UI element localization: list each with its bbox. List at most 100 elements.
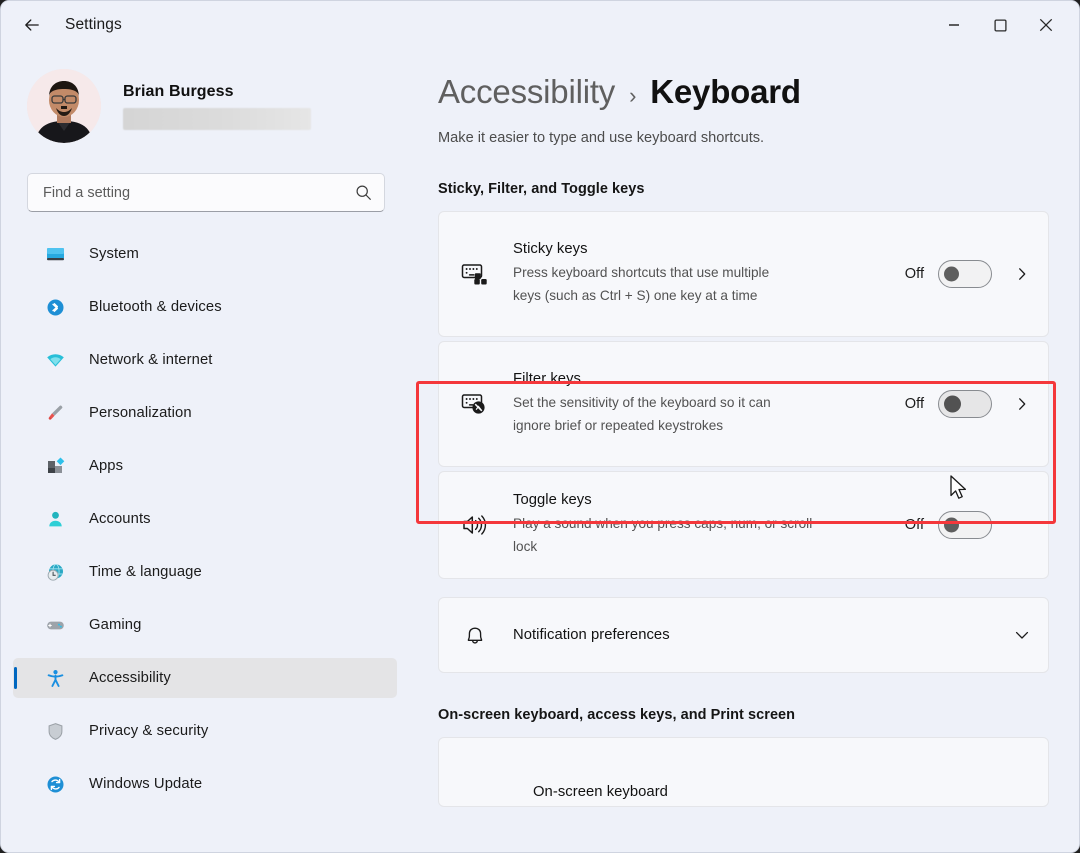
profile-text: Brian Burgess [123,83,411,130]
card-controls: Off [905,511,1030,539]
card-filter-keys[interactable]: Filter keys Set the sensitivity of the k… [438,341,1049,467]
sidebar-item-windows-update[interactable]: Windows Update [13,764,397,804]
close-icon [1039,18,1053,32]
card-title: On-screen keyboard [533,784,668,800]
chevron-right-icon: › [629,83,637,108]
sidebar-item-system[interactable]: System [13,234,397,274]
card-title: Toggle keys [513,492,592,509]
card-description: Play a sound when you press caps, num, o… [513,516,813,554]
breadcrumb: Accessibility › Keyboard [438,73,1049,111]
accessibility-person-icon [45,668,65,688]
sidebar-item-privacy-security[interactable]: Privacy & security [13,711,397,751]
section-heading-onscreen-keyboard: On-screen keyboard, access keys, and Pri… [438,707,796,723]
toggle-knob [944,395,961,413]
sidebar-item-accounts[interactable]: Accounts [13,499,397,539]
monitor-icon [45,244,65,264]
card-controls: Off [905,260,1030,288]
sidebar-item-label: Apps [89,458,124,474]
breadcrumb-parent[interactable]: Accessibility [438,73,615,111]
sidebar-item-gaming[interactable]: Gaming [13,605,397,645]
chevron-right-icon[interactable] [1014,396,1030,412]
search-icon [356,185,371,200]
title-bar: Settings [1,1,1079,49]
toggle-state-label: Off [904,266,924,282]
card-text: Sticky keys Press keyboard shortcuts tha… [513,227,905,320]
update-refresh-icon [45,774,65,794]
settings-window: Settings Brian Burgess Find a setting Sy… [0,0,1080,853]
filter-keys-toggle[interactable] [938,390,992,418]
card-notification-preferences[interactable]: Notification preferences [438,597,1049,673]
search-input[interactable] [43,184,355,201]
sidebar-item-label: System [89,246,139,262]
card-description: Press keyboard shortcuts that use multip… [513,265,770,303]
card-title: Notification preferences [513,627,670,643]
chevron-right-icon[interactable] [1014,266,1030,282]
sidebar-item-time-language[interactable]: Time & language [13,552,397,592]
back-button[interactable] [15,8,49,42]
card-on-screen-keyboard[interactable]: On-screen keyboard [438,737,1049,807]
shield-icon [45,721,65,741]
sidebar-item-label: Bluetooth & devices [89,299,222,315]
app-title: Settings [65,16,122,33]
maximize-icon [993,18,1007,32]
main-content: Accessibility › Keyboard Make it easier … [411,49,1079,852]
card-text: Toggle keys Play a sound when you press … [513,478,905,571]
sidebar-item-apps[interactable]: Apps [13,446,397,486]
section-heading-sticky-filter-toggle: Sticky, Filter, and Toggle keys [438,181,645,197]
sidebar-nav: System Bluetooth & devices Network & int… [1,234,411,804]
toggle-state-label: Off [904,396,924,412]
sidebar-item-network-internet[interactable]: Network & internet [13,340,397,380]
card-description: Set the sensitivity of the keyboard so i… [513,395,771,433]
sidebar: Brian Burgess System [1,49,411,852]
filter-keys-keyboard-icon [459,388,491,420]
card-toggle-keys[interactable]: Toggle keys Play a sound when you press … [438,471,1049,579]
speaker-sound-icon [459,509,491,541]
sidebar-item-personalization[interactable]: Personalization [13,393,397,433]
sticky-keys-toggle[interactable] [938,260,992,288]
sidebar-item-label: Personalization [89,405,192,421]
avatar [27,69,101,143]
minimize-icon [949,24,959,26]
toggle-knob [944,266,959,282]
toggle-keys-toggle[interactable] [938,511,992,539]
profile-name: Brian Burgess [123,82,234,100]
card-title: Sticky keys [513,241,588,258]
page-subtitle: Make it easier to type and use keyboard … [438,130,765,146]
toggle-knob [944,517,959,533]
sidebar-item-label: Privacy & security [89,723,209,739]
sidebar-item-label: Gaming [89,617,142,633]
sidebar-item-label: Accounts [89,511,151,527]
wifi-icon [45,350,65,370]
paintbrush-icon [45,403,65,423]
sidebar-item-label: Accessibility [89,670,171,686]
sidebar-item-label: Time & language [89,564,202,580]
page-title: Keyboard [650,73,801,110]
card-controls: Off [905,390,1030,418]
window-controls [931,1,1079,49]
back-arrow-icon [25,19,39,31]
card-text: Notification preferences [513,613,992,657]
person-icon [45,509,65,529]
card-sticky-keys[interactable]: Sticky keys Press keyboard shortcuts tha… [438,211,1049,337]
bell-icon [459,619,491,651]
card-title: Filter keys [513,371,581,388]
search-box[interactable] [27,173,385,212]
maximize-button[interactable] [977,1,1023,49]
minimize-button[interactable] [931,1,977,49]
chevron-down-icon[interactable] [1014,627,1030,643]
avatar-photo [27,69,101,143]
gamepad-icon [45,615,65,635]
close-button[interactable] [1023,1,1069,49]
profile-email-redacted [123,107,311,130]
toggle-state-label: Off [904,517,924,533]
sticky-filter-toggle-card-group: Sticky keys Press keyboard shortcuts tha… [438,211,1049,579]
sidebar-item-accessibility[interactable]: Accessibility [13,658,397,698]
apps-icon [45,456,65,476]
card-text: Filter keys Set the sensitivity of the k… [513,357,905,450]
user-profile[interactable]: Brian Burgess [1,49,411,143]
sidebar-item-label: Windows Update [89,776,203,792]
bluetooth-icon [45,297,65,317]
card-text: On-screen keyboard [533,784,1030,804]
sidebar-item-bluetooth-devices[interactable]: Bluetooth & devices [13,287,397,327]
sticky-keys-keyboard-icon [459,258,491,290]
